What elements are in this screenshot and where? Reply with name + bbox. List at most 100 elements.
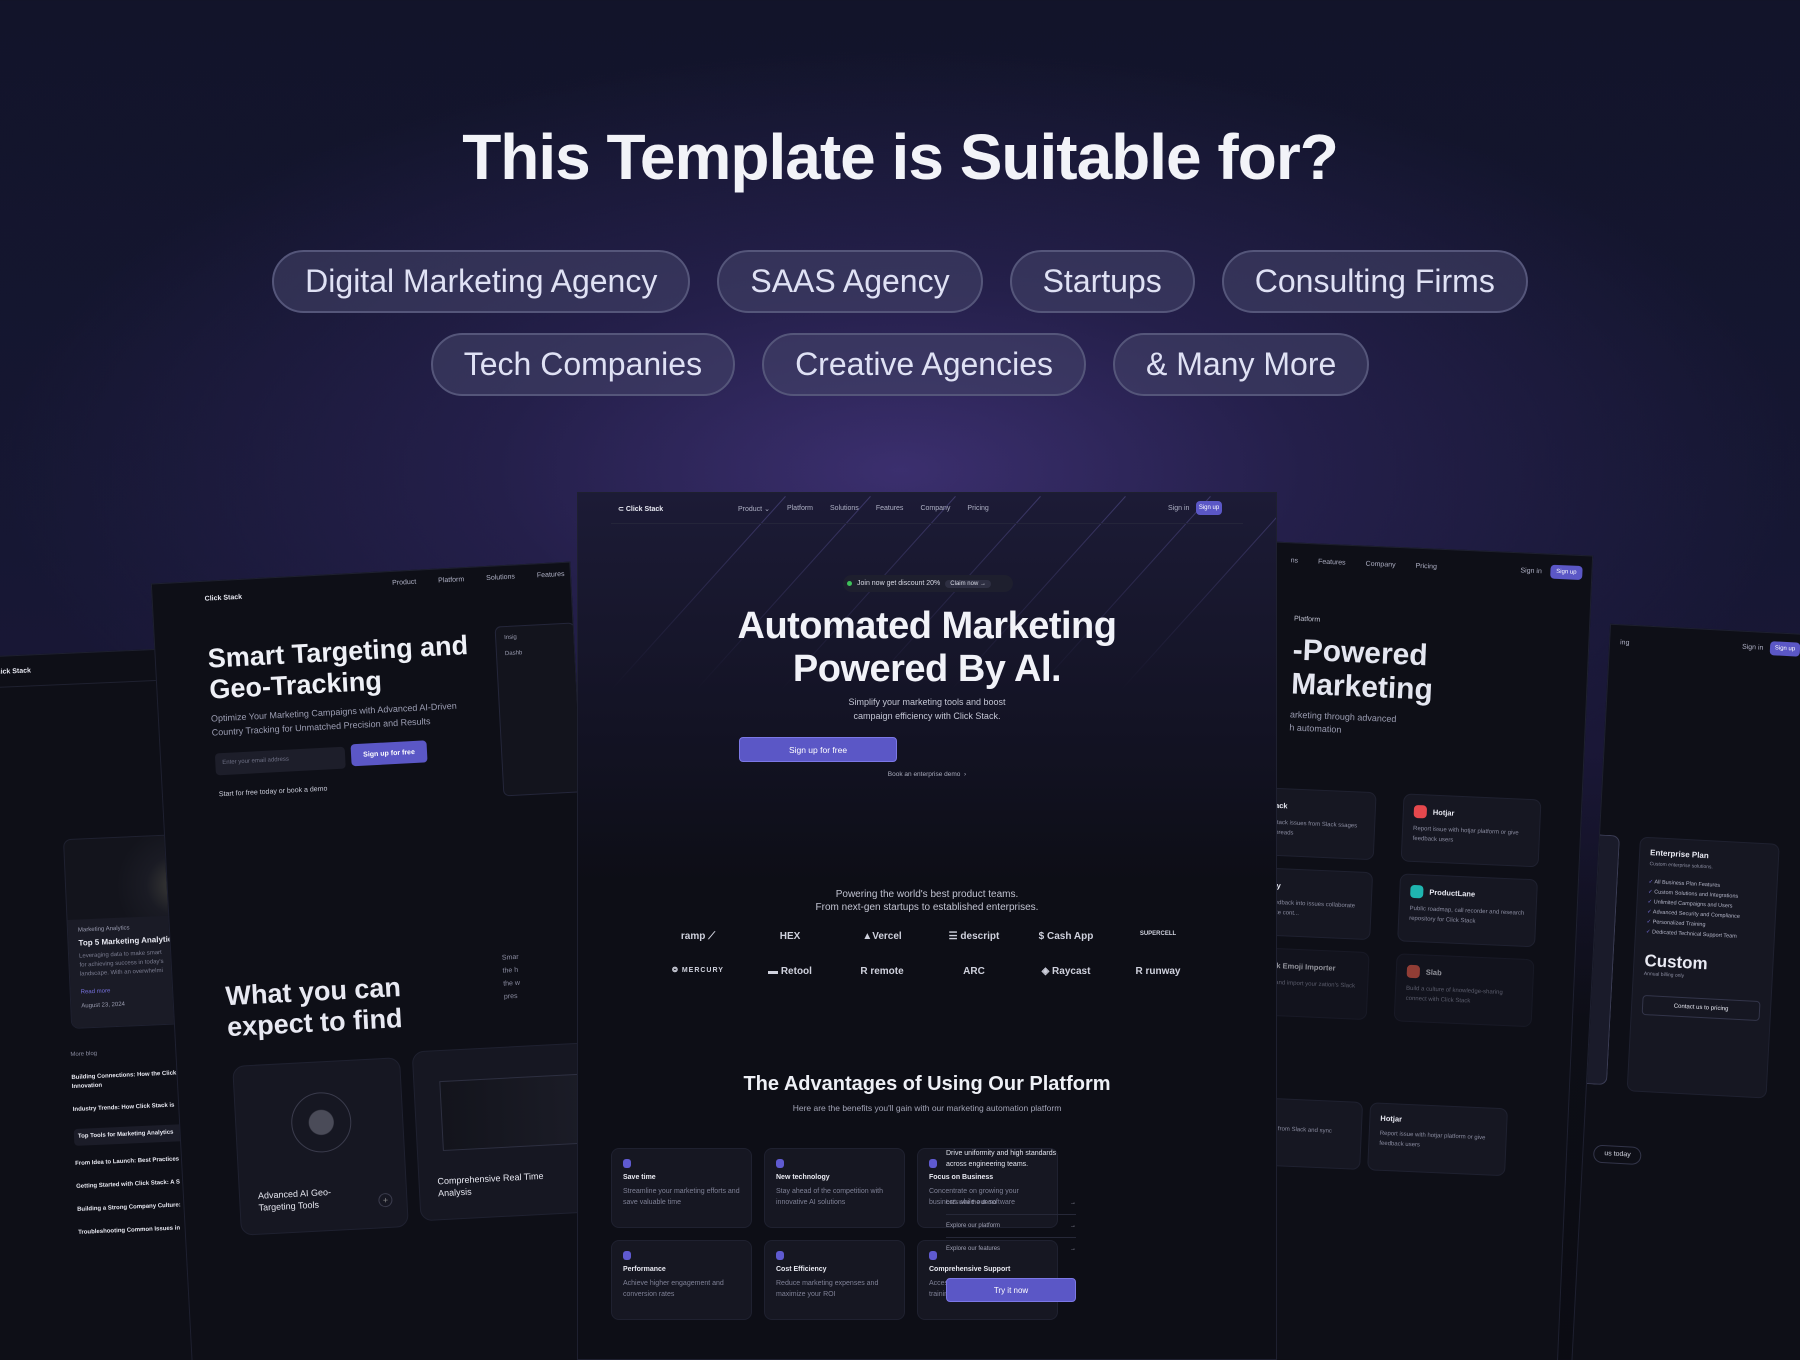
signup-button[interactable]: Sign up bbox=[1550, 564, 1583, 581]
advantage-card: Performance Achieve higher engagement and… bbox=[611, 1240, 752, 1320]
advantage-desc: Reduce marketing expenses and maximize y… bbox=[776, 1280, 879, 1298]
eyebrow: Platform bbox=[1293, 615, 1321, 624]
advantages-side: Drive uniformity and high standards acro… bbox=[946, 1148, 1076, 1302]
signup-button[interactable]: Sign up bbox=[1769, 641, 1800, 657]
logo: Click Stack bbox=[0, 667, 32, 677]
platform-link[interactable]: Explore our platform → bbox=[946, 1215, 1076, 1238]
plus-icon[interactable]: + bbox=[378, 1192, 393, 1208]
integration-desc: Report issue with hotjar platform or giv… bbox=[1412, 825, 1519, 844]
powering-text: Powering the world's best product teams.… bbox=[815, 889, 1039, 913]
chevron-right-icon: › bbox=[964, 771, 967, 778]
nav-fragment[interactable]: ns bbox=[1290, 557, 1298, 564]
enterprise-demo-link[interactable]: Book an enterprise demo › bbox=[578, 771, 1276, 778]
pill-creative[interactable]: Creative Agencies bbox=[762, 333, 1086, 396]
signin-link[interactable]: Sign in bbox=[1520, 567, 1542, 575]
nav-solutions[interactable]: Solutions bbox=[486, 573, 515, 581]
app-icon bbox=[1406, 964, 1421, 979]
chevron-down-icon: ⌄ bbox=[764, 506, 770, 513]
help-icon bbox=[929, 1251, 937, 1260]
nav-features[interactable]: Features bbox=[876, 505, 904, 513]
pill-digital-marketing[interactable]: Digital Marketing Agency bbox=[272, 250, 691, 313]
hero-headline: Automated Marketing Powered By AI. bbox=[737, 605, 1117, 690]
demo-link[interactable]: Let's see the demo → bbox=[946, 1192, 1076, 1215]
arrow-right-icon: → bbox=[1070, 1200, 1076, 1206]
nav-links: Product ⌄ Platform Solutions Features Co… bbox=[738, 505, 989, 513]
integration-desc: Public roadmap, call recorder and resear… bbox=[1409, 905, 1525, 925]
pill-tech[interactable]: Tech Companies bbox=[430, 333, 736, 396]
pill-startups[interactable]: Startups bbox=[1009, 250, 1195, 313]
contact-pricing-button[interactable]: Contact us to pricing bbox=[1641, 994, 1761, 1022]
advantage-title: New technology bbox=[776, 1174, 830, 1181]
signin-link[interactable]: Sign in bbox=[1168, 505, 1189, 512]
chart-icon bbox=[929, 1159, 937, 1168]
feature-card-title: Advanced AI Geo-Targeting Tools bbox=[257, 1186, 332, 1213]
logo-retool: ▬ Retool bbox=[768, 966, 812, 977]
logo-icon: ⊂ bbox=[618, 506, 626, 513]
hero-subtitle: Optimize Your Marketing Campaigns with A… bbox=[210, 700, 458, 738]
logo-runway: R runway bbox=[1135, 966, 1181, 977]
advantages-title: The Advantages of Using Our Platform bbox=[743, 1073, 1111, 1095]
hero-headline: -Powered Marketing bbox=[1290, 633, 1434, 707]
signup-button[interactable]: Sign up bbox=[1196, 501, 1222, 515]
signup-button[interactable]: Sign up for free bbox=[350, 740, 428, 767]
pill-more[interactable]: & Many More bbox=[1112, 333, 1370, 396]
pill-saas[interactable]: SAAS Agency bbox=[717, 250, 983, 313]
advantage-card: New technology Stay ahead of the competit… bbox=[764, 1148, 905, 1228]
main-landing-mockup: ⊂ Click Stack Product ⌄ Platform Solutio… bbox=[577, 492, 1277, 1360]
page-heading: This Template is Suitable for? bbox=[462, 121, 1339, 193]
hero-subtitle: arketing through advanced h automation bbox=[1289, 709, 1397, 735]
nav-divider bbox=[611, 523, 1243, 524]
integration-desc: Report issue with hotjar platform or giv… bbox=[1379, 1130, 1486, 1149]
logo-remote: R remote bbox=[860, 966, 904, 977]
nav-pricing[interactable]: Pricing bbox=[967, 505, 988, 513]
logo-ramp: ramp ⟋ bbox=[680, 931, 716, 942]
advantage-card: Save time Streamline your marketing effor… bbox=[611, 1148, 752, 1228]
advantage-desc: Streamline your marketing efforts and sa… bbox=[623, 1188, 740, 1206]
integration-card[interactable]: Hotjar Report issue with hotjar platform … bbox=[1367, 1102, 1508, 1177]
arrow-right-icon: → bbox=[1070, 1246, 1076, 1252]
section-title: What you can expect to find bbox=[224, 972, 404, 1043]
nav-product[interactable]: Product bbox=[392, 579, 416, 587]
integration-name: ProductLane bbox=[1429, 887, 1476, 899]
plan-card-edge bbox=[1586, 834, 1620, 1086]
app-icon bbox=[1413, 804, 1428, 819]
nav-pricing[interactable]: Pricing bbox=[1415, 563, 1437, 571]
signup-free-button[interactable]: Sign up for free bbox=[739, 737, 897, 762]
pill-consulting[interactable]: Consulting Firms bbox=[1221, 250, 1528, 313]
logo-supercell: SUPERCELL bbox=[1139, 931, 1177, 937]
plan-subtitle: Custom enterprise solutions. bbox=[1649, 861, 1713, 871]
discount-badge[interactable]: Join now get discount 20% Claim now → bbox=[843, 575, 1013, 592]
start-note: Start for free today or book a demo bbox=[218, 785, 328, 799]
feature-card-geo[interactable]: Advanced AI Geo-Targeting Tools + bbox=[232, 1057, 409, 1236]
ai-marketing-mockup: ns Features Company Pricing Sign in Sign… bbox=[1231, 541, 1594, 1360]
logo-mercury: ❂ MERCURY bbox=[672, 967, 724, 974]
nav-company[interactable]: Company bbox=[920, 505, 950, 513]
nav-platform[interactable]: Platform bbox=[438, 576, 464, 584]
pill-row-2: Tech Companies Creative Agencies & Many … bbox=[0, 333, 1800, 396]
stopwatch-icon bbox=[623, 1159, 631, 1168]
nav-solutions[interactable]: Solutions bbox=[830, 505, 859, 513]
signin-link[interactable]: Sign in bbox=[1742, 644, 1764, 652]
nav: ns Features Company Pricing bbox=[1290, 557, 1437, 570]
integration-card[interactable]: Hotjar Report issue with hotjar platform … bbox=[1400, 793, 1542, 868]
nav-product[interactable]: Product ⌄ bbox=[738, 505, 770, 513]
advantage-desc: Achieve higher engagement and conversion… bbox=[623, 1280, 724, 1298]
status-dot-icon bbox=[847, 581, 852, 586]
nav-features[interactable]: Features bbox=[1318, 558, 1346, 566]
enterprise-plan-card: Enterprise Plan Custom enterprise soluti… bbox=[1626, 836, 1780, 1099]
email-input[interactable]: Enter your email address bbox=[214, 746, 346, 776]
integration-card[interactable]: Slab Build a culture of knowledge-sharing… bbox=[1393, 953, 1535, 1028]
try-it-now-button[interactable]: Try it now bbox=[946, 1278, 1076, 1302]
nav-features[interactable]: Features bbox=[537, 571, 565, 579]
logo-descript: ☰ descript bbox=[948, 931, 1000, 942]
customer-logos-row-2: ❂ MERCURY ▬ Retool R remote ARC ◈ Raycas… bbox=[578, 966, 1276, 977]
claim-now-button[interactable]: Claim now → bbox=[945, 579, 991, 588]
nav-platform[interactable]: Platform bbox=[787, 505, 813, 513]
logo-cashapp: $ Cash App bbox=[1038, 931, 1094, 942]
nav-company[interactable]: Company bbox=[1365, 561, 1395, 569]
logo-hex: HEX bbox=[779, 931, 801, 942]
hero-headline: Smart Targeting and Geo-Tracking bbox=[207, 630, 469, 705]
contact-us-button[interactable]: us today bbox=[1592, 1144, 1643, 1166]
integration-card[interactable]: ProductLane Public roadmap, call recorder… bbox=[1397, 873, 1538, 948]
features-link[interactable]: Explore our features → bbox=[946, 1238, 1076, 1260]
